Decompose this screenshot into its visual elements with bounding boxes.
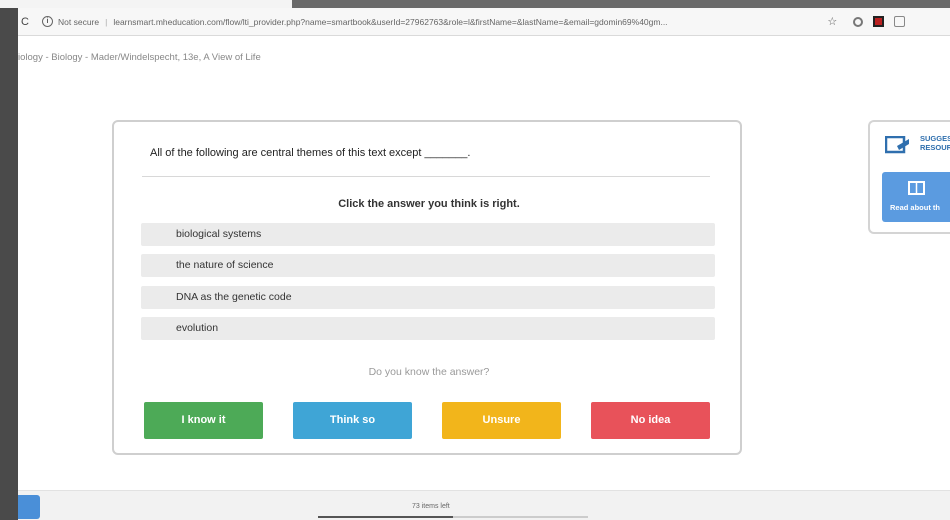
question-card: All of the following are central themes …: [112, 120, 742, 455]
reload-icon[interactable]: C: [18, 16, 32, 28]
progress-track: [318, 516, 588, 518]
info-icon[interactable]: i: [42, 16, 53, 27]
read-about-button[interactable]: Read about th: [882, 172, 950, 222]
answer-option[interactable]: DNA as the genetic code: [141, 285, 715, 309]
resources-icon: [885, 136, 909, 154]
unsure-button[interactable]: Unsure: [442, 402, 561, 439]
browser-window: C i Not secure | learnsmart.mheducation.…: [18, 8, 950, 520]
bookmark-star-icon[interactable]: ☆: [827, 15, 837, 28]
read-about-label: Read about th: [890, 203, 940, 212]
answer-option[interactable]: the nature of science: [141, 254, 715, 278]
answer-instruction: Click the answer you think is right.: [338, 198, 520, 210]
address-bar: C i Not secure | learnsmart.mheducation.…: [18, 8, 950, 36]
document-icon[interactable]: [18, 495, 40, 519]
resources-title-line1: SUGGES: [920, 134, 950, 143]
outer-frame-left: [0, 8, 18, 520]
answer-option[interactable]: biological systems: [141, 223, 715, 246]
think-so-button[interactable]: Think so: [293, 402, 412, 439]
url-text[interactable]: learnsmart.mheducation.com/flow/lti_prov…: [113, 17, 823, 27]
question-divider: [142, 176, 710, 177]
address-separator: |: [105, 16, 108, 27]
i-know-it-button[interactable]: I know it: [144, 402, 263, 439]
confidence-prompt: Do you know the answer?: [368, 366, 490, 378]
footer-bar: 73 items left: [18, 490, 950, 520]
book-icon: [908, 181, 925, 195]
security-label: Not secure: [58, 16, 100, 27]
extension-pdf-icon[interactable]: [873, 16, 885, 27]
suggested-resources-panel: SUGGES RESOUR Read about th: [868, 120, 950, 234]
question-text: All of the following are central themes …: [150, 147, 471, 159]
resources-title-line2: RESOUR: [920, 143, 950, 152]
items-left-count: 73 items left: [412, 503, 450, 510]
no-idea-button[interactable]: No idea: [591, 402, 710, 439]
answer-list: biological systems the nature of science…: [141, 223, 715, 348]
progress-fill: [318, 516, 453, 518]
resources-title: SUGGES RESOUR: [920, 134, 950, 152]
breadcrumb: iology - Biology - Mader/Windelspecht, 1…: [18, 52, 261, 63]
extension-icon[interactable]: [894, 16, 906, 27]
extension-circle-icon[interactable]: [853, 16, 864, 27]
answer-option[interactable]: evolution: [141, 316, 715, 340]
